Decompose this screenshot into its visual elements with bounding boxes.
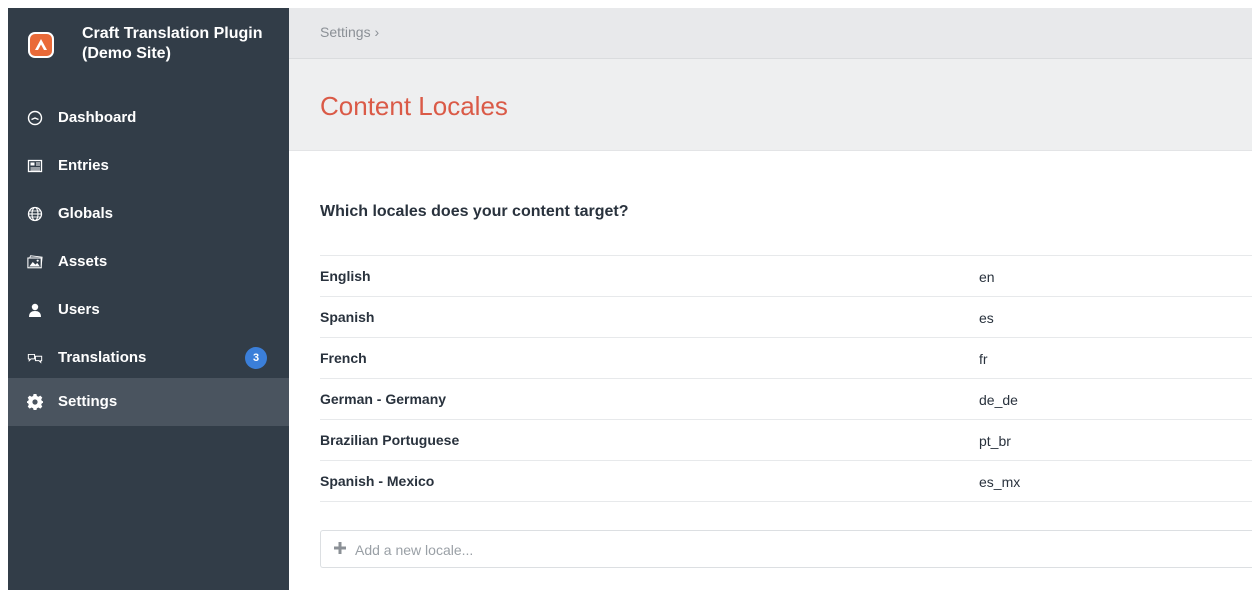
sidebar-item-label: Settings (58, 393, 118, 410)
sidebar-item-label: Translations (58, 349, 147, 366)
locale-code: en (979, 269, 995, 285)
breadcrumb-link-settings[interactable]: Settings › (320, 24, 379, 40)
locale-code: pt_br (979, 433, 1011, 449)
sidebar-item-label: Assets (58, 253, 108, 270)
table-row[interactable]: Brazilian Portuguese pt_br (320, 419, 1252, 460)
translations-icon (27, 350, 43, 366)
sidebar-item-label: Users (58, 301, 100, 318)
translations-count-badge: 3 (245, 347, 267, 369)
locale-code: es_mx (979, 474, 1021, 490)
craft-logo-icon[interactable] (28, 32, 54, 58)
sidebar-item-label: Globals (58, 205, 114, 222)
gear-icon (27, 394, 43, 410)
locale-name: German - Germany (320, 391, 447, 407)
table-row[interactable]: German - Germany de_de (320, 378, 1252, 419)
locale-code: fr (979, 351, 988, 367)
locale-code: es (979, 310, 994, 326)
table-row[interactable]: Spanish - Mexico es_mx (320, 460, 1252, 502)
locale-name: French (320, 350, 367, 366)
add-locale-input[interactable] (355, 540, 755, 560)
site-header: Craft Translation Plugin (Demo Site) (8, 8, 289, 88)
sidebar-item-dashboard[interactable]: Dashboard (8, 94, 289, 142)
sidebar-item-users[interactable]: Users (8, 286, 289, 334)
plus-icon (334, 542, 346, 554)
sidebar-item-translations[interactable]: Translations 3 (8, 334, 289, 382)
globe-icon (27, 206, 43, 222)
table-row[interactable]: Spanish es (320, 296, 1252, 337)
assets-image-icon (27, 254, 43, 270)
table-row[interactable]: French fr (320, 337, 1252, 378)
sidebar-item-globals[interactable]: Globals (8, 190, 289, 238)
table-row[interactable]: English en (320, 255, 1252, 296)
locale-name: Spanish (320, 309, 375, 325)
locale-name: Spanish - Mexico (320, 473, 435, 489)
user-icon (27, 302, 43, 318)
locales-question-heading: Which locales does your content target? (320, 203, 629, 220)
sidebar-item-label: Entries (58, 157, 109, 174)
page-header: Content Locales (289, 59, 1252, 151)
entries-icon (27, 158, 43, 174)
locale-name: English (320, 268, 371, 284)
page-title: Content Locales (320, 91, 508, 121)
add-locale-field[interactable] (320, 530, 1252, 568)
locale-name: Brazilian Portuguese (320, 432, 460, 448)
sidebar-item-assets[interactable]: Assets (8, 238, 289, 286)
breadcrumb: Settings › (289, 8, 1252, 59)
dashboard-gauge-icon (27, 110, 43, 126)
sidebar-item-entries[interactable]: Entries (8, 142, 289, 190)
locale-code: de_de (979, 392, 1018, 408)
sidebar: Craft Translation Plugin (Demo Site) Das… (8, 8, 289, 590)
locales-table: English en Spanish es French fr German -… (320, 255, 1252, 502)
sidebar-item-label: Dashboard (58, 109, 137, 126)
sidebar-item-settings[interactable]: Settings (8, 378, 289, 426)
site-name[interactable]: Craft Translation Plugin (Demo Site) (82, 24, 282, 64)
